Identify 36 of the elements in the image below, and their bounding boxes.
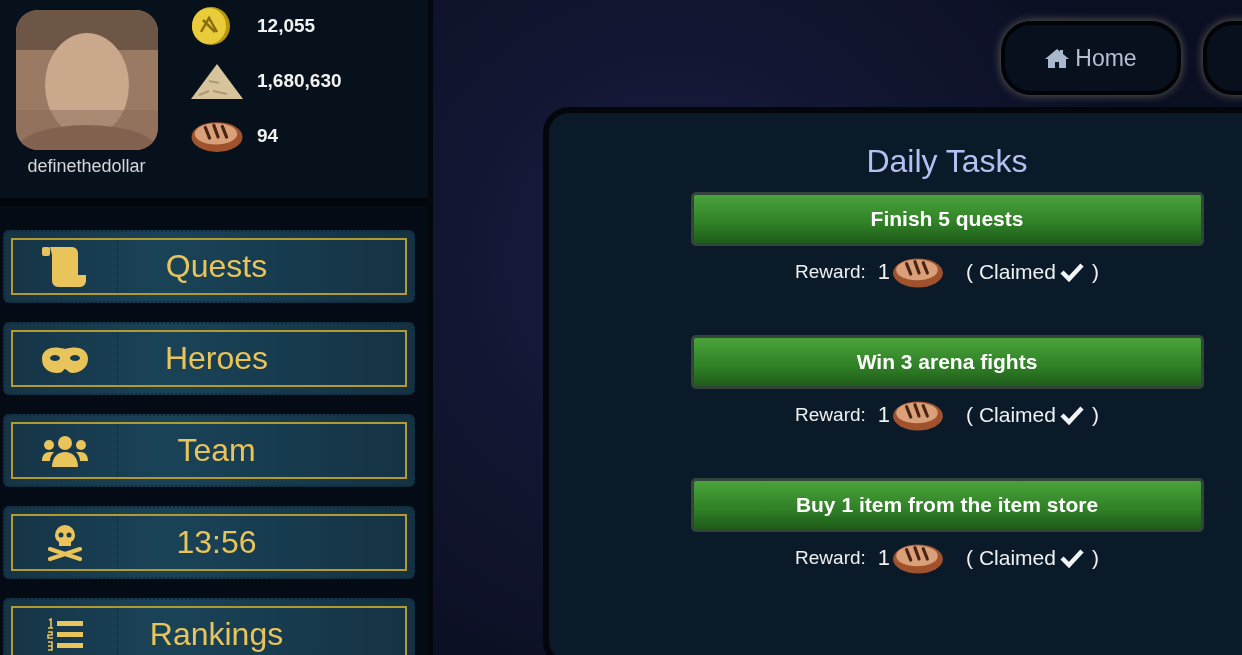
menu-button[interactable]: Quests: [3, 230, 415, 303]
reward-label: Reward:: [795, 261, 866, 283]
menu-button[interactable]: Rankings: [3, 598, 415, 655]
task-bar: Win 3 arena fights: [690, 335, 1204, 389]
closing-paren: ): [1091, 546, 1099, 570]
coin-icon: [189, 5, 233, 46]
reward-label: Reward:: [795, 547, 866, 569]
reward-amount: 1: [877, 259, 891, 285]
resource-value: 12,055: [257, 14, 316, 37]
menu-button[interactable]: Team: [3, 414, 415, 487]
menu-button[interactable]: Heroes: [3, 322, 415, 395]
reward-label: Reward:: [795, 404, 866, 426]
claimed-status: ( Claimed: [966, 403, 1056, 427]
bread-icon: [892, 255, 945, 289]
resource-value: 94: [257, 124, 279, 147]
resource-value: 1,680,630: [257, 69, 342, 92]
claimed-status: ( Claimed: [966, 546, 1056, 570]
bread-icon: [892, 541, 945, 575]
skull-crossbones-icon: [48, 524, 82, 561]
bread-icon: [892, 398, 945, 432]
people-icon: [42, 434, 88, 467]
reward-amount: 1: [877, 402, 891, 428]
closing-paren: ): [1091, 403, 1099, 427]
closing-paren: ): [1091, 260, 1099, 284]
username: definethedollar: [27, 156, 146, 177]
panel-title: Daily Tasks: [866, 143, 1028, 180]
reward-amount: 1: [877, 545, 891, 571]
scroll-icon: [42, 246, 88, 287]
mask-icon: [42, 344, 88, 373]
task-bar: Buy 1 item from the item store: [690, 478, 1204, 532]
claimed-status: ( Claimed: [966, 260, 1056, 284]
home-icon: [1045, 48, 1070, 68]
task-bar: Finish 5 quests: [690, 192, 1204, 246]
nav-button[interactable]: Home: [1001, 21, 1181, 95]
numbered-list-icon: [47, 616, 83, 653]
menu-button[interactable]: 13:56: [3, 506, 415, 579]
